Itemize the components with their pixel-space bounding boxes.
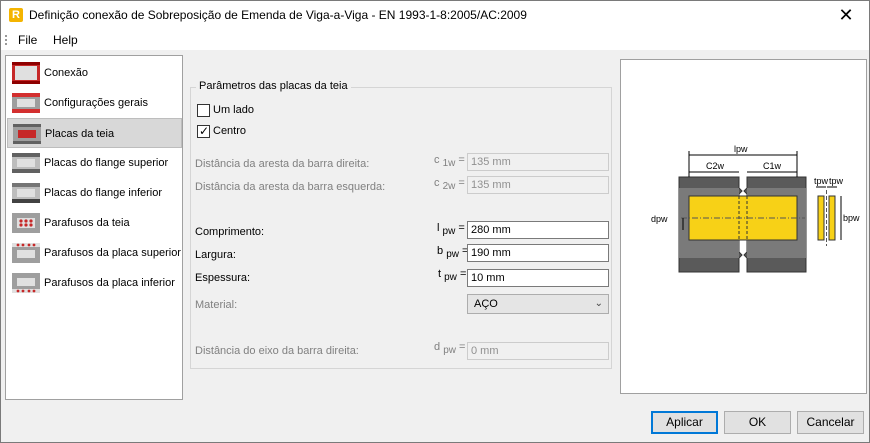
top-flange-plates-icon: [12, 153, 40, 173]
nav-label: Configurações gerais: [44, 97, 148, 109]
length-symbol: l pw =: [437, 222, 465, 237]
dist-right-field[interactable]: 135 mm: [467, 153, 609, 171]
center-checkbox[interactable]: [197, 124, 210, 138]
dist-right-label: Distância da aresta da barra direita:: [195, 158, 370, 170]
web-bolts-icon: [12, 213, 40, 233]
nav-label: Parafusos da teia: [44, 217, 130, 229]
close-button[interactable]: ✕: [823, 1, 869, 30]
general-settings-icon: [12, 93, 40, 113]
connection-icon: [12, 62, 40, 84]
section-nav-list: Conexão Configurações gerais Placas da t…: [5, 55, 183, 400]
nav-item-parafusos-teia[interactable]: Parafusos da teia: [7, 208, 182, 238]
one-side-label: Um lado: [213, 104, 254, 116]
one-side-checkbox[interactable]: [197, 104, 210, 117]
nav-label: Placas do flange superior: [44, 157, 169, 169]
web-plates-icon: [13, 124, 41, 144]
nav-item-parafusos-inferior[interactable]: Parafusos da placa inferior: [7, 268, 182, 298]
title-bar: R Definição conexão de Sobreposição de E…: [1, 1, 869, 30]
material-label: Material:: [195, 299, 238, 311]
chevron-down-icon: ⌄: [594, 298, 603, 309]
nav-label: Parafusos da placa inferior: [44, 277, 175, 289]
nav-label: Parafusos da placa superior: [44, 247, 181, 259]
c2w-label: C2w: [706, 161, 725, 171]
group-title: Parâmetros das placas da teia: [196, 80, 351, 92]
nav-item-configuracoes[interactable]: Configurações gerais: [7, 88, 182, 118]
top-plate-bolts-icon: [12, 243, 40, 263]
bottom-plate-bolts-icon: [12, 273, 40, 293]
bpw-label: bpw: [843, 213, 860, 223]
nav-item-conexao[interactable]: Conexão: [7, 58, 182, 88]
axis-dist-field[interactable]: 0 mm: [467, 342, 609, 360]
length-label: Comprimento:: [195, 226, 265, 238]
width-field[interactable]: 190 mm: [467, 244, 609, 262]
window-title: Definição conexão de Sobreposição de Eme…: [29, 8, 527, 22]
side-plate-left: [817, 195, 825, 241]
web-plate-preview: lpw C2w C1w dpw tpw tpw bpw: [620, 59, 867, 394]
menu-bar: File Help: [1, 30, 869, 50]
thickness-symbol: t pw =: [438, 268, 467, 283]
lpw-label: lpw: [734, 144, 748, 154]
nav-item-flange-superior[interactable]: Placas do flange superior: [7, 148, 182, 178]
material-select[interactable]: AÇO ⌄: [467, 294, 609, 314]
menu-grip: [5, 35, 7, 45]
side-plate-right: [828, 195, 836, 241]
dpw-label: dpw: [651, 214, 668, 224]
app-icon: R: [9, 8, 23, 22]
axis-dist-label: Distância do eixo da barra direita:: [195, 345, 359, 357]
dialog-window: R Definição conexão de Sobreposição de E…: [0, 0, 870, 443]
dist-right-symbol: c 1w =: [434, 154, 465, 169]
width-symbol: b pw =: [437, 245, 469, 260]
dist-left-label: Distância da aresta da barra esquerda:: [195, 181, 386, 193]
axis-dist-symbol: d pw =: [434, 341, 466, 356]
thickness-field[interactable]: 10 mm: [467, 269, 609, 287]
bottom-flange-plates-icon: [12, 183, 40, 203]
web-plate-diagram: lpw C2w C1w dpw tpw tpw bpw: [651, 144, 860, 273]
cancel-button[interactable]: Cancelar: [797, 411, 864, 434]
nav-label: Placas da teia: [45, 128, 115, 140]
nav-item-parafusos-superior[interactable]: Parafusos da placa superior: [7, 238, 182, 268]
nav-label: Placas do flange inferior: [44, 187, 163, 199]
nav-item-placas-teia[interactable]: Placas da teia: [7, 118, 182, 148]
nav-label: Conexão: [44, 67, 89, 79]
length-field[interactable]: 280 mm: [467, 221, 609, 239]
width-label: Largura:: [195, 249, 236, 261]
ok-button[interactable]: OK: [724, 411, 791, 434]
apply-button[interactable]: Aplicar: [651, 411, 718, 434]
c1w-label: C1w: [763, 161, 782, 171]
center-label: Centro: [213, 125, 247, 137]
thickness-label: Espessura:: [195, 272, 251, 284]
nav-item-flange-inferior[interactable]: Placas do flange inferior: [7, 178, 182, 208]
tpw-label-1: tpw: [814, 176, 829, 186]
dist-left-field[interactable]: 135 mm: [467, 176, 609, 194]
tpw-label-2: tpw: [829, 176, 844, 186]
menu-help[interactable]: Help: [53, 33, 78, 47]
material-value: AÇO: [474, 298, 498, 310]
menu-file[interactable]: File: [18, 33, 37, 47]
dist-left-symbol: c 2w =: [434, 177, 465, 192]
